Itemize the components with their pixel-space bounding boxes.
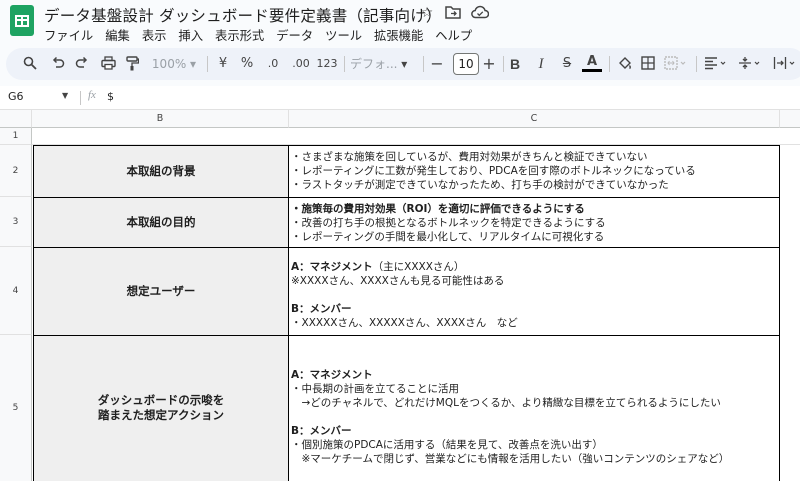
content-cell-users[interactable]: A：マネジメント（主にXXXXさん） ※XXXXさん、XXXXさんも見る可能性は… (289, 247, 780, 336)
menu-format[interactable]: 表示形式 (215, 26, 270, 44)
menu-data[interactable]: データ (276, 26, 319, 44)
content-line: ・レポーティングの手間を最小化して、リアルタイムに可視化する (291, 231, 605, 243)
select-all-corner[interactable] (0, 110, 32, 128)
content-cell-background[interactable]: ・さまざまな施策を回しているが、費用対効果がきちんと検証できていない ・レポーテ… (289, 145, 780, 198)
row-header-4[interactable]: 4 (0, 247, 32, 335)
toolbar: 100% ▾ ¥ % .0 .00 123 デフォ... ▾ − 10 + B … (6, 48, 800, 80)
content-line: ・改善の打ち手の根拠となるボトルネックを特定できるようにする (291, 217, 606, 229)
move-folder-icon[interactable] (445, 5, 461, 21)
font-family-select[interactable]: デフォ... ▾ (350, 54, 418, 74)
menu-view[interactable]: 表示 (142, 26, 173, 44)
toolbar-divider (696, 56, 697, 72)
fill-color-icon[interactable] (614, 54, 634, 74)
toolbar-divider (609, 56, 610, 72)
star-icon[interactable]: ☆ (419, 5, 435, 21)
sheets-logo-icon[interactable] (10, 5, 34, 36)
font-size-input[interactable]: 10 (453, 53, 479, 75)
menu-extensions[interactable]: 拡張機能 (374, 26, 429, 44)
content-line: B：メンバー (291, 425, 352, 437)
content-line: ※マーケチームで閉じず、営業などにも情報を活用したい（強いコンテンツのシェアなど… (291, 453, 730, 465)
content-line: A：マネジメント (291, 369, 373, 381)
formula-input[interactable]: $ (107, 90, 114, 103)
spreadsheet-grid[interactable]: B C 1 2 本取組の背景 ・さまざまな施策を回しているが、費用対効果がきちん… (0, 110, 800, 481)
title-bar: データ基盤設計 ダッシュボード要件定義書（記事向け） ☆ (0, 0, 800, 36)
number-format-button[interactable]: 123 (314, 54, 340, 74)
zoom-select[interactable]: 100% ▾ (148, 54, 200, 74)
vertical-align-icon[interactable] (736, 54, 764, 74)
empty-row[interactable] (32, 128, 800, 145)
label-cell-actions[interactable]: ダッシュボードの示唆を 踏まえた想定アクション (33, 335, 289, 481)
column-header-b[interactable]: B (32, 110, 289, 128)
merge-cells-icon[interactable] (662, 54, 690, 74)
content-line: A：マネジメント（主にXXXXさん） (291, 260, 779, 274)
content-line: ・XXXXXさん、XXXXXさん、XXXXさん など (291, 317, 518, 329)
toolbar-divider (503, 56, 504, 72)
row-header-2[interactable]: 2 (0, 145, 32, 197)
menu-tools[interactable]: ツール (325, 26, 368, 44)
paint-format-icon[interactable] (122, 54, 142, 74)
label-cell-users[interactable]: 想定ユーザー (33, 247, 289, 336)
strikethrough-button[interactable]: S (558, 54, 576, 74)
zoom-value: 100% (151, 57, 187, 71)
print-icon[interactable] (98, 54, 118, 74)
toolbar-divider (207, 56, 208, 72)
content-line: ・レポーティングに工数が発生しており、PDCAを回す際のボトルネックになっている (291, 165, 696, 177)
fx-icon: fx (88, 89, 96, 101)
borders-icon[interactable] (638, 54, 658, 74)
font-family-value: デフォ... (350, 57, 398, 71)
redo-icon[interactable] (72, 54, 92, 74)
content-line: ・施策毎の費用対効果（ROI）を適切に評価できるようにする (291, 203, 585, 215)
column-header-c[interactable]: C (289, 110, 780, 128)
currency-format-button[interactable]: ¥ (214, 54, 232, 74)
formula-divider (80, 91, 81, 105)
cloud-saved-icon[interactable] (471, 5, 490, 21)
content-line: B：メンバー (291, 303, 352, 315)
menu-insert[interactable]: 挿入 (178, 26, 209, 44)
decrease-font-size-button[interactable]: − (428, 54, 446, 74)
bold-heading: A：マネジメント (291, 261, 373, 273)
content-cell-purpose[interactable]: ・施策毎の費用対効果（ROI）を適切に評価できるようにする ・改善の打ち手の根拠… (289, 197, 780, 248)
content-line: ・中長期の計画を立てることに活用 (291, 383, 459, 395)
content-line: ・さまざまな施策を回しているが、費用対効果がきちんと検証できていない (291, 151, 648, 163)
content-cell-actions[interactable]: A：マネジメント ・中長期の計画を立てることに活用 →どのチャネルで、どれだけM… (289, 335, 780, 481)
content-line: ・ラストタッチが測定できていなかったため、打ち手の検討ができていなかった (291, 179, 669, 191)
toolbar-divider (423, 56, 424, 72)
column-header-d[interactable] (780, 110, 800, 128)
decrease-decimal-button[interactable]: .0 (262, 54, 284, 74)
row-header-5[interactable]: 5 (0, 335, 32, 481)
italic-button[interactable]: I (532, 54, 550, 74)
text-color-button[interactable]: A (582, 54, 602, 72)
document-title[interactable]: データ基盤設計 ダッシュボード要件定義書（記事向け） (44, 4, 442, 26)
content-line: ・個別施策のPDCAに活用する（結果を見て、改善点を洗い出す） (291, 439, 603, 451)
undo-icon[interactable] (48, 54, 68, 74)
menu-help[interactable]: ヘルプ (435, 26, 478, 44)
row-header-3[interactable]: 3 (0, 197, 32, 247)
menu-bar: ファイル 編集 表示 挿入 表示形式 データ ツール 拡張機能 ヘルプ (44, 26, 484, 44)
menu-edit[interactable]: 編集 (105, 26, 136, 44)
percent-format-button[interactable]: % (238, 54, 256, 74)
search-menus-icon[interactable] (20, 54, 40, 74)
toolbar-divider (344, 56, 345, 72)
horizontal-align-icon[interactable] (702, 54, 730, 74)
menu-file[interactable]: ファイル (44, 26, 99, 44)
content-line: →どのチャネルで、どれだけMQLをつくるか、より精緻な目標を立てられるようにした… (291, 397, 721, 409)
label-cell-purpose[interactable]: 本取組の目的 (33, 197, 289, 248)
increase-font-size-button[interactable]: + (480, 54, 498, 74)
label-cell-background[interactable]: 本取組の背景 (33, 145, 289, 198)
name-box[interactable]: G6 (8, 90, 68, 103)
row-header-1[interactable]: 1 (0, 128, 32, 145)
heading-note: （主にXXXXさん） (372, 261, 465, 273)
text-wrapping-icon[interactable] (770, 54, 800, 74)
name-box-dropdown-icon[interactable]: ▼ (62, 91, 68, 100)
content-line: ※XXXXさん、XXXXさんも見る可能性はある (291, 275, 505, 287)
bold-button[interactable]: B (506, 54, 524, 74)
formula-bar: G6 ▼ fx $ (0, 86, 800, 110)
increase-decimal-button[interactable]: .00 (288, 54, 314, 74)
